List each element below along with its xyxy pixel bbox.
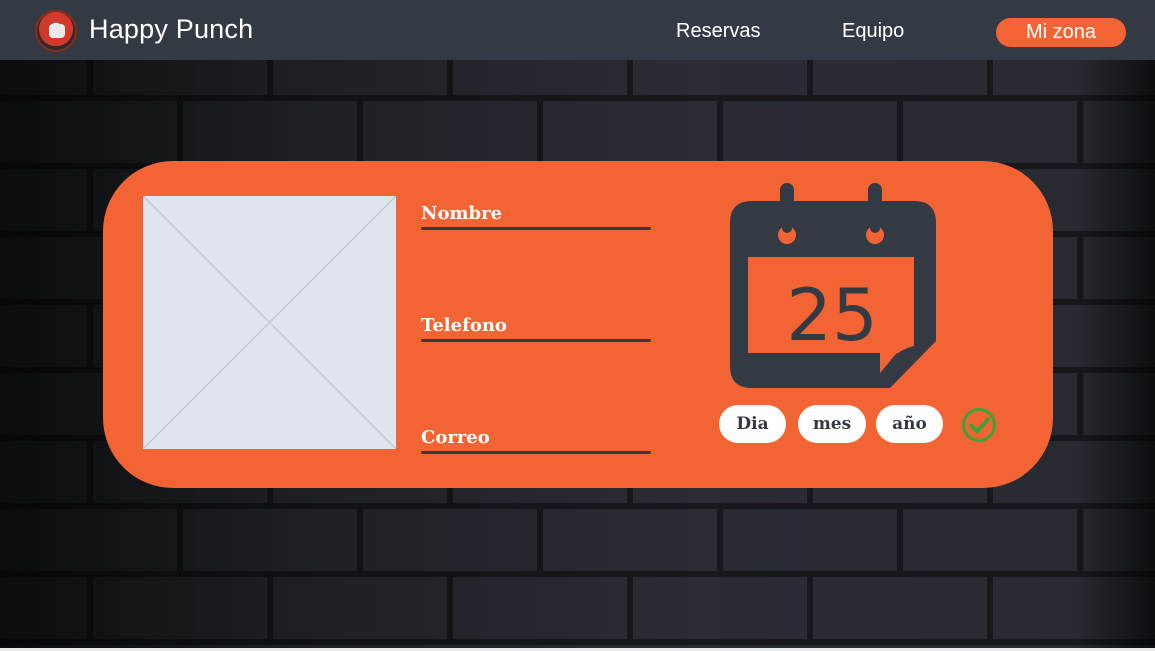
dia-select[interactable]: Dia	[719, 405, 786, 443]
ano-select[interactable]: año	[876, 405, 943, 443]
nav-link-reservas[interactable]: Reservas	[676, 20, 760, 43]
correo-underline	[421, 451, 651, 454]
top-navbar: Happy Punch Reservas Equipo Mi zona	[0, 0, 1155, 60]
mi-zona-button[interactable]: Mi zona	[996, 18, 1126, 47]
telefono-underline	[421, 339, 651, 342]
telefono-field[interactable]: Telefono	[421, 315, 651, 342]
nombre-underline	[421, 227, 651, 230]
calendar-day-number: 25	[786, 273, 878, 357]
calendar-icon: 25	[730, 183, 936, 388]
nav-link-equipo[interactable]: Equipo	[842, 20, 904, 43]
profile-card: Nombre Telefono Correo 25 Dia mes año	[103, 161, 1053, 488]
mes-select[interactable]: mes	[798, 405, 866, 443]
happy-punch-logo-icon[interactable]	[35, 10, 77, 52]
correo-label: Correo	[421, 427, 490, 448]
telefono-label: Telefono	[421, 315, 507, 336]
correo-field[interactable]: Correo	[421, 427, 651, 454]
nombre-field[interactable]: Nombre	[421, 203, 651, 230]
image-placeholder-icon[interactable]	[143, 196, 396, 449]
brand-title[interactable]: Happy Punch	[89, 14, 253, 45]
check-circle-icon[interactable]	[961, 407, 997, 443]
page: Happy Punch Reservas Equipo Mi zona Nomb…	[0, 0, 1155, 651]
nombre-label: Nombre	[421, 203, 503, 224]
